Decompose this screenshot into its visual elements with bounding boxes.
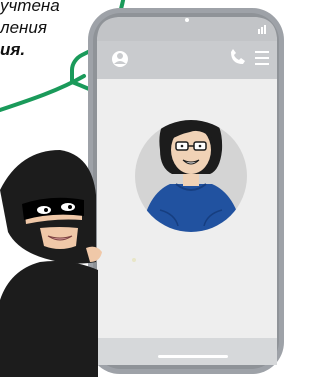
speech-bubble-tail [0, 74, 86, 112]
masked-thief [0, 150, 102, 377]
illustration-scene [0, 0, 284, 377]
home-indicator [158, 355, 228, 358]
user-profile-icon[interactable] [112, 51, 128, 67]
front-camera [185, 18, 189, 22]
